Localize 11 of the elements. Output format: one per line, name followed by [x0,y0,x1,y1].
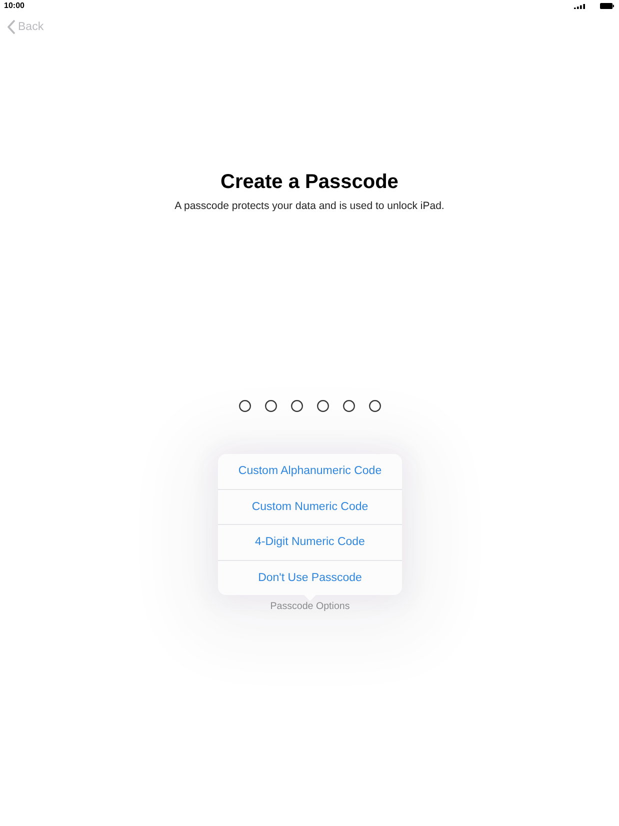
page-title: Create a Passcode [220,170,398,194]
menu-item[interactable]: 4-Digit Numeric Code [218,525,402,560]
passcode-options-button[interactable]: Passcode Options [270,601,350,613]
page-subtitle: A passcode protects your data and is used to unlock iPad. [174,199,444,213]
chevron-left-icon [7,20,15,34]
menu-item[interactable]: Custom Numeric Code [218,490,402,524]
menu-item[interactable]: Don't Use Passcode [218,560,402,595]
signal-icon [574,4,585,9]
status-time: 10:00 [4,1,24,11]
battery-icon [600,3,614,9]
menu-item[interactable]: Custom Alphanumeric Code [218,454,402,488]
